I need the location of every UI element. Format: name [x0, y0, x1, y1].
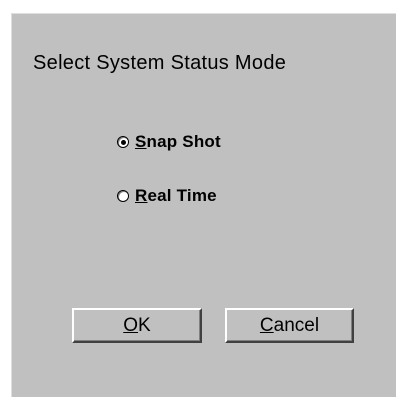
- ok-mnemonic: O: [123, 314, 139, 336]
- radio-button-snap-shot[interactable]: [117, 136, 129, 148]
- real-time-label[interactable]: Real Time: [135, 186, 217, 206]
- snap-shot-label-text: nap Shot: [146, 132, 221, 151]
- ok-button[interactable]: OK: [72, 308, 202, 343]
- snap-shot-label[interactable]: Snap Shot: [135, 132, 221, 152]
- cancel-mnemonic: C: [259, 314, 274, 336]
- real-time-option[interactable]: Real Time: [117, 186, 217, 206]
- real-time-mnemonic: R: [135, 186, 148, 205]
- snap-shot-option[interactable]: Snap Shot: [117, 132, 221, 152]
- real-time-label-text: eal Time: [147, 186, 217, 205]
- ok-label-text: K: [138, 314, 151, 336]
- radio-button-real-time[interactable]: [117, 190, 129, 202]
- snap-shot-mnemonic: S: [135, 132, 147, 151]
- cancel-label-text: ancel: [273, 314, 320, 336]
- dialog-heading: Select System Status Mode: [33, 52, 287, 74]
- cancel-button[interactable]: Cancel: [225, 308, 354, 343]
